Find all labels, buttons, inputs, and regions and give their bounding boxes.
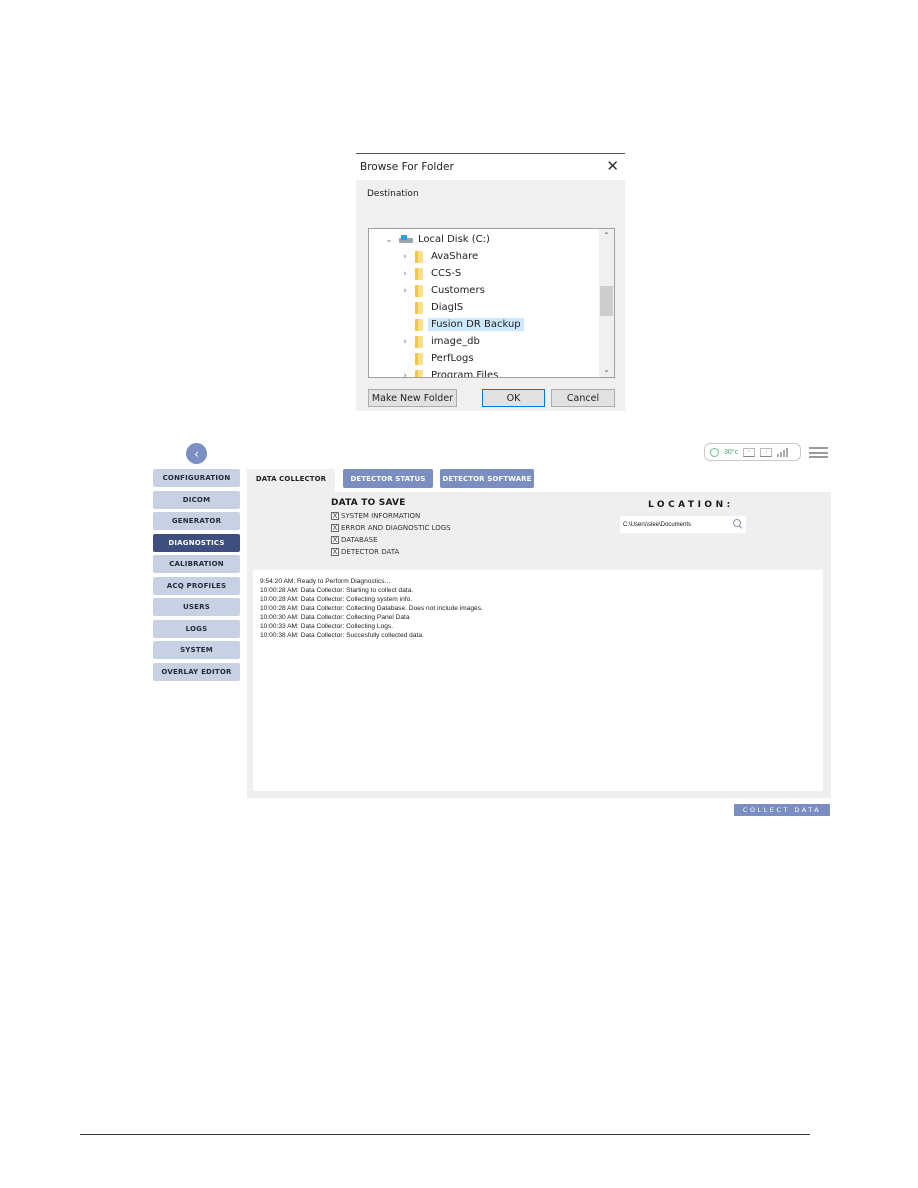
option-label: SYSTEM INFORMATION bbox=[341, 512, 421, 520]
chevron-right-icon[interactable]: › bbox=[400, 286, 410, 296]
hamburger-menu-icon[interactable] bbox=[809, 447, 828, 458]
temperature-readout: 30°c bbox=[724, 448, 739, 456]
tree-item-selected[interactable]: Fusion DR Backup bbox=[400, 316, 524, 333]
tree-item-label: CCS-S bbox=[431, 268, 462, 279]
signal-icon bbox=[777, 447, 789, 457]
option-database[interactable]: X DATABASE bbox=[331, 536, 378, 544]
folder-icon bbox=[415, 335, 423, 348]
sidebar-item-diagnostics[interactable]: DIAGNOSTICS bbox=[153, 533, 240, 552]
tree-item[interactable]: › Program Files bbox=[400, 367, 501, 378]
dialog-titlebar: Browse For Folder ✕ bbox=[356, 154, 625, 180]
scroll-up-icon[interactable]: ⌃ bbox=[599, 229, 614, 243]
tree-scrollbar[interactable]: ⌃ ⌄ bbox=[599, 229, 614, 377]
folder-icon bbox=[415, 250, 423, 263]
folder-icon bbox=[415, 352, 423, 365]
sidebar-item-generator[interactable]: GENERATOR bbox=[153, 512, 240, 530]
sidebar-item-acq-profiles[interactable]: ACQ PROFILES bbox=[153, 576, 240, 595]
collect-data-button[interactable]: COLLECT DATA bbox=[734, 804, 830, 816]
chevron-right-icon[interactable]: › bbox=[400, 252, 410, 262]
tree-item[interactable]: DiagIS bbox=[400, 299, 466, 316]
tree-item[interactable]: › CCS-S bbox=[400, 265, 464, 282]
log-line: 10:00:33 AM: Data Collector: Collecting … bbox=[260, 623, 394, 630]
folder-tree[interactable]: ⌄ Local Disk (C:) › AvaShare › CCS-S › C… bbox=[368, 228, 615, 378]
make-new-folder-button[interactable]: Make New Folder bbox=[368, 389, 457, 407]
tree-item-label: DiagIS bbox=[431, 302, 464, 313]
search-icon[interactable] bbox=[733, 519, 743, 529]
log-line: 10:00:28 AM: Data Collector: Starting to… bbox=[260, 587, 414, 594]
checkbox[interactable]: X bbox=[331, 512, 339, 520]
sidebar-item-configuration[interactable]: CONFIGURATION bbox=[153, 469, 240, 487]
scroll-down-icon[interactable]: ⌄ bbox=[599, 363, 614, 377]
status-ring-icon bbox=[710, 447, 719, 457]
option-label: DATABASE bbox=[341, 536, 378, 544]
option-system-information[interactable]: X SYSTEM INFORMATION bbox=[331, 512, 420, 520]
chevron-right-icon[interactable]: › bbox=[400, 337, 410, 347]
tree-item-label: Program Files bbox=[431, 370, 499, 378]
option-label: ERROR AND DIAGNOSTIC LOGS bbox=[341, 524, 451, 532]
tab-detector-software[interactable]: DETECTOR SOFTWARE bbox=[440, 469, 534, 488]
sidebar-item-overlay-editor[interactable]: OVERLAY EDITOR bbox=[153, 662, 240, 681]
checkbox[interactable]: X bbox=[331, 536, 339, 544]
sidebar-item-calibration[interactable]: CALIBRATION bbox=[153, 555, 240, 573]
log-line: 10:00:30 AM: Data Collector: Collecting … bbox=[260, 614, 410, 621]
tree-item-label: Fusion DR Backup bbox=[428, 318, 524, 331]
back-button[interactable]: ‹ bbox=[186, 443, 207, 464]
data-collector-panel: DATA TO SAVE X SYSTEM INFORMATION X ERRO… bbox=[247, 492, 831, 798]
page-footer-divider bbox=[80, 1134, 810, 1135]
folder-icon bbox=[415, 284, 423, 297]
log-line: 10:00:38 AM: Data Collector: Succesfully… bbox=[260, 632, 424, 639]
tree-item[interactable]: PerfLogs bbox=[400, 350, 477, 367]
browse-for-folder-dialog: Browse For Folder ✕ Destination ⌄ Local … bbox=[356, 153, 625, 411]
download-icon: ↓ bbox=[760, 447, 773, 457]
location-input[interactable]: C:\Users\slee\Documents bbox=[620, 516, 746, 533]
log-line: 9:54:20 AM: Ready to Perform Diagnostics… bbox=[260, 578, 391, 585]
tree-item[interactable]: › image_db bbox=[400, 333, 483, 350]
location-value: C:\Users\slee\Documents bbox=[623, 521, 692, 528]
cancel-button[interactable]: Cancel bbox=[551, 389, 615, 407]
panel-icon: ▫ bbox=[743, 447, 756, 457]
destination-label: Destination bbox=[367, 189, 419, 199]
sidebar-item-system[interactable]: SYSTEM bbox=[153, 641, 240, 659]
location-heading: LOCATION: bbox=[648, 500, 734, 510]
drive-icon bbox=[399, 235, 413, 244]
tab-data-collector[interactable]: DATA COLLECTOR bbox=[247, 469, 335, 493]
chevron-down-icon[interactable]: ⌄ bbox=[384, 235, 394, 245]
tree-item[interactable]: › AvaShare bbox=[400, 248, 481, 265]
ok-button[interactable]: OK bbox=[482, 389, 545, 407]
option-error-and-diagnostic-logs[interactable]: X ERROR AND DIAGNOSTIC LOGS bbox=[331, 524, 451, 532]
folder-icon bbox=[415, 369, 423, 377]
checkbox[interactable]: X bbox=[331, 524, 339, 532]
log-line: 10:00:28 AM: Data Collector: Collecting … bbox=[260, 596, 413, 603]
close-icon[interactable]: ✕ bbox=[606, 157, 619, 175]
tab-detector-status[interactable]: DETECTOR STATUS bbox=[343, 469, 433, 488]
data-to-save-heading: DATA TO SAVE bbox=[331, 498, 406, 508]
checkbox[interactable]: X bbox=[331, 548, 339, 556]
dialog-title: Browse For Folder bbox=[360, 161, 454, 173]
scrollbar-thumb[interactable] bbox=[600, 286, 613, 316]
tree-item-label: PerfLogs bbox=[431, 353, 474, 364]
option-label: DETECTOR DATA bbox=[341, 548, 400, 556]
status-bar: 30°c ▫ ↓ bbox=[704, 443, 801, 461]
folder-icon bbox=[415, 267, 423, 280]
log-output: 9:54:20 AM: Ready to Perform Diagnostics… bbox=[253, 570, 823, 791]
option-detector-data[interactable]: X DETECTOR DATA bbox=[331, 548, 399, 556]
folder-icon bbox=[415, 318, 423, 331]
settings-sidebar: CONFIGURATION DICOM GENERATOR DIAGNOSTIC… bbox=[153, 469, 240, 684]
tree-item-label: AvaShare bbox=[431, 251, 479, 262]
tree-item-label: Customers bbox=[431, 285, 485, 296]
tree-root-local-disk[interactable]: ⌄ Local Disk (C:) bbox=[384, 231, 493, 248]
folder-icon bbox=[415, 301, 423, 314]
tree-item-label: image_db bbox=[431, 336, 480, 347]
sidebar-item-users[interactable]: USERS bbox=[153, 598, 240, 616]
chevron-right-icon[interactable]: › bbox=[400, 371, 410, 378]
chevron-right-icon[interactable]: › bbox=[400, 269, 410, 279]
sidebar-item-dicom[interactable]: DICOM bbox=[153, 490, 240, 509]
tree-item-label: Local Disk (C:) bbox=[418, 234, 490, 245]
chevron-left-icon: ‹ bbox=[194, 446, 199, 461]
tree-item[interactable]: › Customers bbox=[400, 282, 488, 299]
log-line: 10:00:28 AM: Data Collector: Collecting … bbox=[260, 605, 483, 612]
sidebar-item-logs[interactable]: LOGS bbox=[153, 619, 240, 638]
